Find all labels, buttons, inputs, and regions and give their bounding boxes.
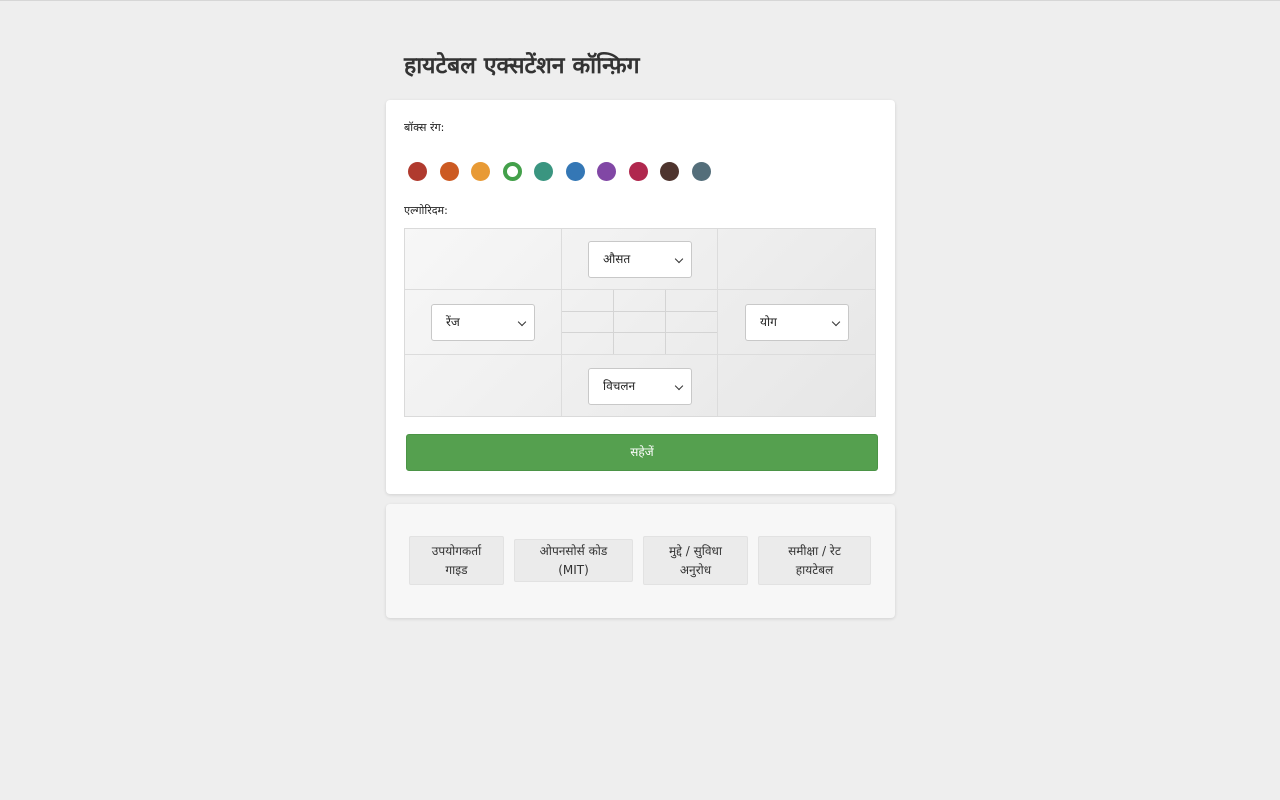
algorithm-bottom-value: विचलन: [603, 379, 636, 393]
open-source-code-button[interactable]: ओपनसोर्स कोड (MIT): [514, 539, 633, 582]
color-swatch-dark-brown[interactable]: [660, 162, 679, 181]
user-guide-button[interactable]: उपयोगकर्ता गाइड: [409, 536, 504, 585]
box-color-label: बॉक्स रंग:: [404, 121, 445, 134]
preview-cell: [666, 290, 717, 312]
grid-cell-top-left: [405, 229, 562, 290]
review-label-line2: हायटेबल: [795, 562, 834, 577]
algorithm-right-value: योग: [760, 315, 777, 329]
save-button[interactable]: सहेजें: [406, 434, 878, 471]
color-swatch-slate[interactable]: [692, 162, 711, 181]
preview-cell: [562, 312, 614, 333]
preview-cell: [666, 312, 717, 333]
chevron-down-icon: [831, 317, 841, 327]
top-divider: [0, 0, 1280, 1]
algorithm-label: एल्गोरिदम:: [404, 204, 448, 217]
color-swatch-blue[interactable]: [566, 162, 585, 181]
chevron-down-icon: [674, 254, 684, 264]
algorithm-top-value: औसत: [603, 252, 631, 266]
grid-cell-top-right: [718, 229, 875, 290]
preview-cell: [562, 290, 614, 312]
algorithm-left-select[interactable]: रेंज: [431, 304, 535, 341]
algorithm-bottom-select[interactable]: विचलन: [588, 368, 692, 405]
chevron-down-icon: [517, 317, 527, 327]
review-label-line1: समीक्षा / रेट: [788, 543, 841, 558]
preview-cell: [614, 290, 666, 312]
grid-cell-bottom-right: [718, 355, 875, 416]
grid-cell-bottom-left: [405, 355, 562, 416]
preview-cell: [666, 333, 717, 354]
algorithm-left-value: रेंज: [446, 315, 460, 329]
color-swatch-dark-orange[interactable]: [440, 162, 459, 181]
preview-cell: [562, 333, 614, 354]
preview-cell: [614, 312, 666, 333]
color-swatch-crimson[interactable]: [629, 162, 648, 181]
color-swatch-purple[interactable]: [597, 162, 616, 181]
issues-label-line2: अनुरोध: [679, 562, 712, 577]
open-source-label-line2: (MIT): [558, 562, 589, 577]
algorithm-right-select[interactable]: योग: [745, 304, 849, 341]
user-guide-label-line1: उपयोगकर्ता: [431, 543, 482, 558]
issues-label-line1: मुद्दे / सुविधा: [668, 543, 723, 558]
color-swatch-red[interactable]: [408, 162, 427, 181]
color-swatch-orange[interactable]: [471, 162, 490, 181]
open-source-label-line1: ओपनसोर्स कोड: [539, 543, 608, 558]
user-guide-label-line2: गाइड: [445, 562, 468, 577]
links-card: उपयोगकर्ता गाइड ओपनसोर्स कोड (MIT) मुद्द…: [386, 504, 895, 618]
algorithm-top-select[interactable]: औसत: [588, 241, 692, 278]
color-swatch-teal[interactable]: [534, 162, 553, 181]
preview-cell: [614, 333, 666, 354]
grid-cell-middle-center: [562, 290, 718, 355]
algorithm-grid: औसत रेंज योग विचलन: [404, 228, 876, 417]
issues-feature-request-button[interactable]: मुद्दे / सुविधा अनुरोध: [643, 536, 748, 585]
color-swatch-green[interactable]: [503, 162, 522, 181]
review-rate-button[interactable]: समीक्षा / रेट हायटेबल: [758, 536, 871, 585]
config-card: बॉक्स रंग: एल्गोरिदम: औसत रेंज योग विचलन…: [386, 100, 895, 494]
chevron-down-icon: [674, 381, 684, 391]
page-title: हायटेबल एक्सटेंशन कॉन्फ़िग: [404, 53, 640, 79]
